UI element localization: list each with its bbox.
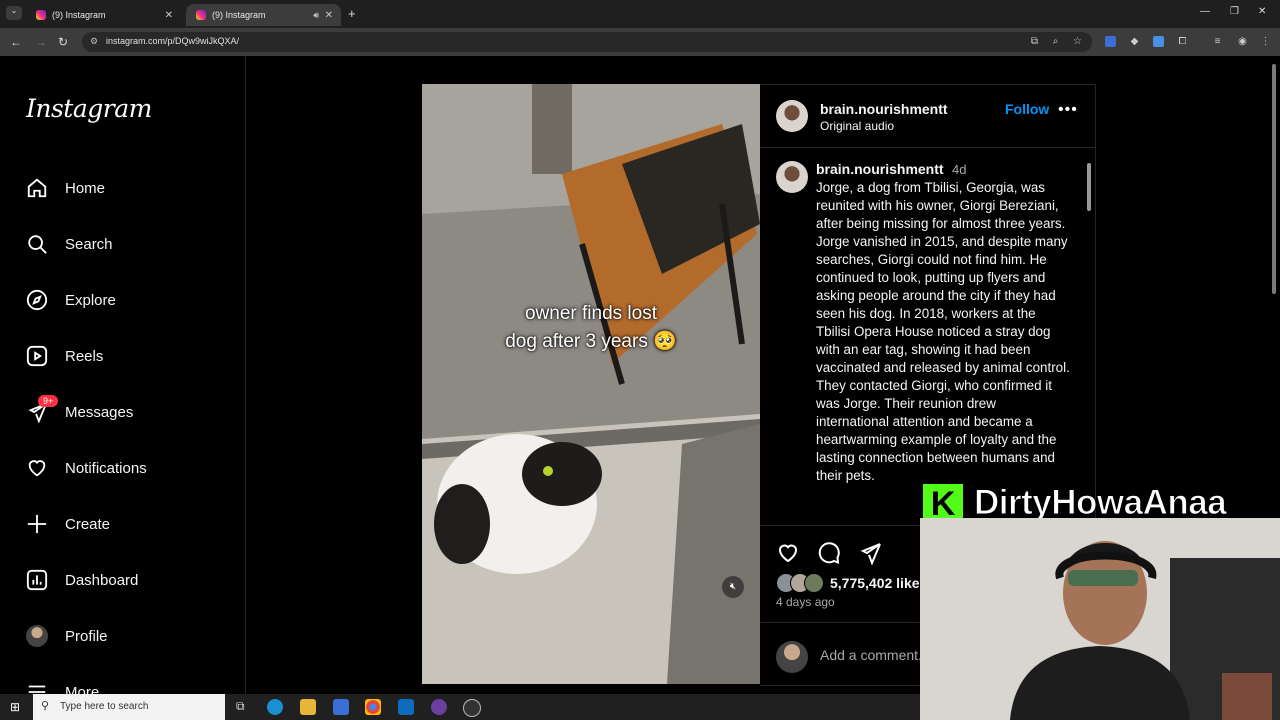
close-tab-icon[interactable]: ✕ — [325, 10, 333, 21]
close-window-icon[interactable]: ✕ — [1258, 6, 1266, 17]
share-icon[interactable] — [858, 541, 882, 570]
sidebar-item-search[interactable]: Search — [26, 229, 113, 259]
post-video[interactable]: owner finds lost dog after 3 years 🥺 🔇︎ — [422, 84, 760, 684]
close-tab-icon[interactable]: ✕ — [165, 10, 173, 21]
caption-username[interactable]: brain.nourishmentt — [816, 161, 944, 177]
sidebar-item-messages[interactable]: 9+ Messages — [26, 395, 133, 427]
streamer-name: DirtyHowaAnaa — [973, 483, 1227, 523]
windows-start-icon[interactable]: ⊞ — [10, 700, 20, 714]
compass-icon — [26, 289, 48, 311]
sidebar-item-profile[interactable]: Profile — [26, 621, 108, 651]
follow-button[interactable]: Follow — [1005, 101, 1049, 117]
instagram-logo[interactable]: Instagram — [26, 94, 152, 123]
speaker-icon[interactable]: 🔊︎ — [313, 10, 319, 21]
minimize-icon[interactable]: — — [1200, 6, 1210, 17]
sidebar-item-reels[interactable]: Reels — [26, 341, 103, 371]
webcam-overlay — [920, 518, 1280, 720]
taskbar-search[interactable]: ⚲ Type here to search — [33, 694, 225, 720]
address-bar-row: ← → ↻ ⚙ instagram.com/p/DQw9wiJkQXA/ ⧉ ⌕… — [0, 28, 1280, 56]
store-icon[interactable] — [333, 699, 349, 715]
video-caption-overlay: owner finds lost dog after 3 years 🥺 — [505, 303, 677, 352]
site-info-icon[interactable]: ⚙ — [90, 36, 98, 47]
puzzle-icon[interactable]: ⧠ — [1177, 36, 1188, 47]
author-username[interactable]: brain.nourishmentt — [820, 101, 948, 117]
install-app-icon[interactable]: ⧉ — [1029, 36, 1040, 47]
zoom-icon[interactable]: ⌕ — [1050, 36, 1061, 47]
caption-text: Jorge, a dog from Tbilisi, Georgia, was … — [816, 180, 1070, 483]
search-icon — [26, 233, 48, 255]
comment-icon[interactable] — [817, 541, 841, 570]
reload-icon[interactable]: ↻ — [58, 35, 68, 49]
home-icon — [26, 177, 48, 199]
comments-scrollbar[interactable] — [1087, 163, 1091, 211]
like-icon[interactable] — [776, 541, 800, 570]
translate-extension-icon[interactable] — [1105, 36, 1116, 47]
unread-badge: 9+ — [38, 395, 59, 407]
liker-avatar — [804, 573, 824, 593]
volume-icon[interactable]: 🔇︎ — [722, 576, 744, 598]
browser-tab-active[interactable]: (9) Instagram 🔊︎ ✕ — [186, 4, 341, 26]
video-frame-scene — [422, 84, 760, 684]
back-icon[interactable]: ← — [10, 35, 22, 49]
caption-author-avatar[interactable] — [776, 161, 808, 193]
plus-icon — [26, 513, 48, 535]
sidebar-item-explore[interactable]: Explore — [26, 285, 116, 315]
likes-row: 5,775,402 likes — [776, 573, 927, 593]
bookmark-star-icon[interactable]: ☆ — [1072, 36, 1083, 47]
new-tab-button[interactable]: + — [348, 6, 356, 21]
sidebar-item-create[interactable]: Create — [26, 509, 110, 539]
likes-count[interactable]: 5,775,402 likes — [830, 575, 927, 591]
sidebar-item-notifications[interactable]: Notifications — [26, 453, 147, 483]
browser-menu-icon[interactable]: ⋮ — [1260, 36, 1271, 47]
omnibox[interactable]: ⚙ instagram.com/p/DQw9wiJkQXA/ — [82, 32, 1092, 52]
tab-search-button[interactable]: ⌄ — [6, 6, 22, 20]
outlook-icon[interactable] — [398, 699, 414, 715]
search-icon: ⚲ — [41, 700, 50, 712]
reading-list-icon[interactable]: ≡ — [1212, 36, 1223, 47]
more-options-icon[interactable]: ••• — [1058, 101, 1078, 119]
task-view-icon[interactable]: ⧉ — [236, 699, 245, 714]
post-actions — [776, 541, 882, 570]
sidebar-item-dashboard[interactable]: Dashboard — [26, 565, 138, 595]
author-avatar[interactable] — [776, 100, 808, 132]
restore-icon[interactable]: ❐ — [1230, 6, 1239, 17]
tab-title: (9) Instagram — [52, 10, 106, 20]
browser-tab-bar: ⌄ (9) Instagram ✕ (9) Instagram 🔊︎ ✕ + —… — [0, 0, 1280, 28]
webcam-feed — [920, 518, 1280, 720]
windows-taskbar: ⊞ ⚲ Type here to search ⧉ — [0, 694, 920, 720]
tab-title: (9) Instagram — [212, 10, 266, 20]
app-icon[interactable] — [431, 699, 447, 715]
edge-icon[interactable] — [267, 699, 283, 715]
sidebar-item-home[interactable]: Home — [26, 173, 105, 203]
page-scrollbar[interactable] — [1272, 64, 1278, 294]
extension-icon[interactable] — [1153, 36, 1164, 47]
heart-icon — [26, 457, 48, 479]
forward-icon[interactable]: → — [35, 35, 47, 49]
caption-age: 4d — [952, 162, 967, 177]
browser-tab[interactable]: (9) Instagram ✕ — [26, 4, 181, 26]
chrome-icon[interactable] — [365, 699, 381, 715]
post-date: 4 days ago — [776, 595, 835, 609]
messenger-icon: 9+ — [26, 395, 59, 423]
profile-icon[interactable]: ◉ — [1237, 36, 1248, 47]
extension-icon[interactable]: ◆ — [1129, 36, 1140, 47]
avatar — [26, 625, 48, 647]
add-comment-input[interactable]: Add a comment... — [820, 647, 930, 663]
divider — [760, 147, 1095, 148]
obs-icon[interactable] — [463, 699, 481, 717]
url-text[interactable]: instagram.com/p/DQw9wiJkQXA/ — [106, 36, 239, 46]
file-explorer-icon[interactable] — [300, 699, 316, 715]
audio-label[interactable]: Original audio — [820, 119, 948, 133]
instagram-favicon-icon — [36, 10, 46, 20]
reels-icon — [26, 345, 48, 367]
instagram-sidebar: Instagram Home Search Explore Reels 9+ M… — [0, 56, 246, 701]
viewer-avatar — [776, 641, 808, 673]
instagram-favicon-icon — [196, 10, 206, 20]
dashboard-icon — [26, 569, 48, 591]
